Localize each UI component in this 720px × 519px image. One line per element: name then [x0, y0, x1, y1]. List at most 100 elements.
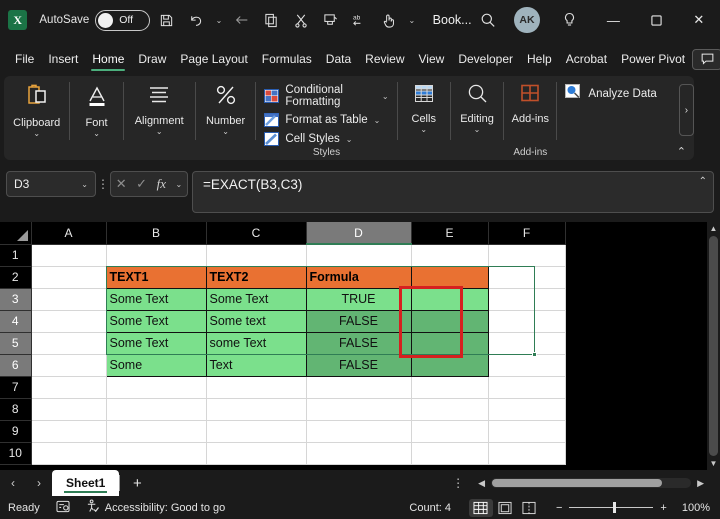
ribbon-group-font[interactable]: Font ⌄: [70, 76, 122, 160]
cell-D10[interactable]: [306, 442, 412, 465]
column-header-b[interactable]: B: [106, 222, 207, 245]
cell-A7[interactable]: [31, 376, 107, 399]
cell-A3[interactable]: [31, 288, 107, 311]
column-header-f[interactable]: F: [488, 222, 566, 245]
tab-review[interactable]: Review: [358, 49, 411, 69]
cell-F8[interactable]: [488, 398, 566, 421]
cell-B6[interactable]: Some: [106, 354, 207, 377]
alignment-caret-icon[interactable]: ⌄: [156, 127, 163, 137]
scroll-down-icon[interactable]: ▼: [710, 457, 718, 470]
formula-input[interactable]: =EXACT(B3,C3) ⌃: [192, 171, 714, 213]
tab-draw[interactable]: Draw: [131, 49, 173, 69]
cell-B2[interactable]: TEXT1: [106, 266, 207, 289]
cell-D8[interactable]: [306, 398, 412, 421]
cell-A8[interactable]: [31, 398, 107, 421]
cell-B3[interactable]: Some Text: [106, 288, 207, 311]
cell-styles-button[interactable]: Cell Styles ⌄: [264, 132, 388, 146]
cell-B10[interactable]: [106, 442, 207, 465]
vertical-scrollbar[interactable]: ▲ ▼: [707, 222, 720, 470]
ribbon-group-number[interactable]: Number ⌄: [196, 76, 256, 160]
autosave-toggle[interactable]: Off: [95, 9, 150, 31]
font-button[interactable]: Font ⌄: [70, 76, 122, 139]
cell-C8[interactable]: [206, 398, 307, 421]
selection-fill-handle[interactable]: [532, 352, 537, 357]
insert-function-icon[interactable]: fx: [157, 176, 166, 192]
cancel-icon[interactable]: ✕: [116, 176, 127, 192]
cell-E8[interactable]: [411, 398, 489, 421]
vertical-scroll-thumb[interactable]: [709, 236, 718, 456]
lightbulb-icon[interactable]: [557, 7, 582, 33]
cell-F4[interactable]: [488, 310, 566, 333]
spreadsheet-grid[interactable]: A B C D E F 1 2 TEXT1 TEXT2 Formula 3 So…: [0, 222, 720, 470]
tab-formulas[interactable]: Formulas: [255, 49, 319, 69]
cells-caret-icon[interactable]: ⌄: [420, 125, 427, 135]
cell-B8[interactable]: [106, 398, 207, 421]
tab-page-layout[interactable]: Page Layout: [173, 49, 254, 69]
cell-styles-caret-icon[interactable]: ⌄: [346, 135, 353, 144]
collapse-ribbon-button[interactable]: ⌃: [677, 145, 686, 158]
prev-sheet-icon[interactable]: ‹: [0, 476, 26, 490]
cell-B7[interactable]: [106, 376, 207, 399]
editing-caret-icon[interactable]: ⌄: [474, 125, 481, 135]
addins-button[interactable]: Add-ins: [504, 76, 556, 125]
cell-D7[interactable]: [306, 376, 412, 399]
cell-C6[interactable]: Text: [206, 354, 307, 377]
tab-developer[interactable]: Developer: [451, 49, 520, 69]
cell-D4[interactable]: FALSE: [306, 310, 412, 333]
cell-B9[interactable]: [106, 420, 207, 443]
cell-F7[interactable]: [488, 376, 566, 399]
search-icon[interactable]: [476, 7, 501, 33]
column-header-e[interactable]: E: [411, 222, 489, 245]
row-header-6[interactable]: 6: [0, 354, 32, 377]
cell-C7[interactable]: [206, 376, 307, 399]
cell-D3[interactable]: TRUE: [306, 288, 412, 311]
cell-C5[interactable]: some Text: [206, 332, 307, 355]
normal-view-icon[interactable]: [468, 498, 493, 517]
fx-caret-icon[interactable]: ⌄: [176, 180, 183, 189]
add-sheet-button[interactable]: +: [120, 475, 154, 492]
tab-help[interactable]: Help: [520, 49, 559, 69]
sheet-options-icon[interactable]: ⋮: [444, 476, 472, 490]
editing-button[interactable]: Editing ⌄: [451, 76, 503, 135]
clipboard-button[interactable]: Clipboard ⌄: [4, 76, 69, 139]
cell-E9[interactable]: [411, 420, 489, 443]
row-header-2[interactable]: 2: [0, 266, 32, 289]
horizontal-scrollbar[interactable]: [491, 478, 692, 488]
page-layout-view-icon[interactable]: [493, 499, 517, 517]
cell-F10[interactable]: [488, 442, 566, 465]
cell-E10[interactable]: [411, 442, 489, 465]
cell-E5[interactable]: [411, 332, 489, 355]
cell-F9[interactable]: [488, 420, 566, 443]
cell-D6[interactable]: FALSE: [306, 354, 412, 377]
touch-mode-icon[interactable]: [376, 7, 401, 33]
format-as-table-caret-icon[interactable]: ⌄: [374, 116, 381, 125]
ribbon-group-clipboard[interactable]: Clipboard ⌄: [4, 76, 69, 160]
cell-C3[interactable]: Some Text: [206, 288, 307, 311]
cell-B1[interactable]: [106, 244, 207, 267]
row-header-3[interactable]: 3: [0, 288, 32, 311]
cell-F3[interactable]: [488, 288, 566, 311]
zoom-track[interactable]: [569, 502, 654, 513]
cell-C4[interactable]: Some text: [206, 310, 307, 333]
tab-view[interactable]: View: [412, 49, 452, 69]
tab-data[interactable]: Data: [319, 49, 358, 69]
tab-power-pivot[interactable]: Power Pivot: [614, 49, 692, 69]
cell-A1[interactable]: [31, 244, 107, 267]
cell-D9[interactable]: [306, 420, 412, 443]
conditional-formatting-button[interactable]: Conditional Formatting ⌄: [264, 84, 389, 108]
expand-formula-bar-icon[interactable]: ⌃: [699, 176, 707, 187]
cell-F2[interactable]: [488, 266, 566, 289]
row-header-9[interactable]: 9: [0, 420, 32, 443]
cell-E1[interactable]: [411, 244, 489, 267]
undo-dropdown-icon[interactable]: ⌄: [212, 7, 226, 33]
tab-insert[interactable]: Insert: [41, 49, 85, 69]
cell-A4[interactable]: [31, 310, 107, 333]
tab-home[interactable]: Home: [85, 49, 131, 71]
cell-E3[interactable]: [411, 288, 489, 311]
tab-file[interactable]: File: [8, 49, 41, 69]
cell-F6[interactable]: [488, 354, 566, 377]
hscroll-right-icon[interactable]: ▶: [691, 478, 710, 489]
horizontal-scroll-thumb[interactable]: [492, 479, 663, 487]
ribbon-group-alignment[interactable]: Alignment ⌄: [124, 76, 195, 160]
cell-B4[interactable]: Some Text: [106, 310, 207, 333]
